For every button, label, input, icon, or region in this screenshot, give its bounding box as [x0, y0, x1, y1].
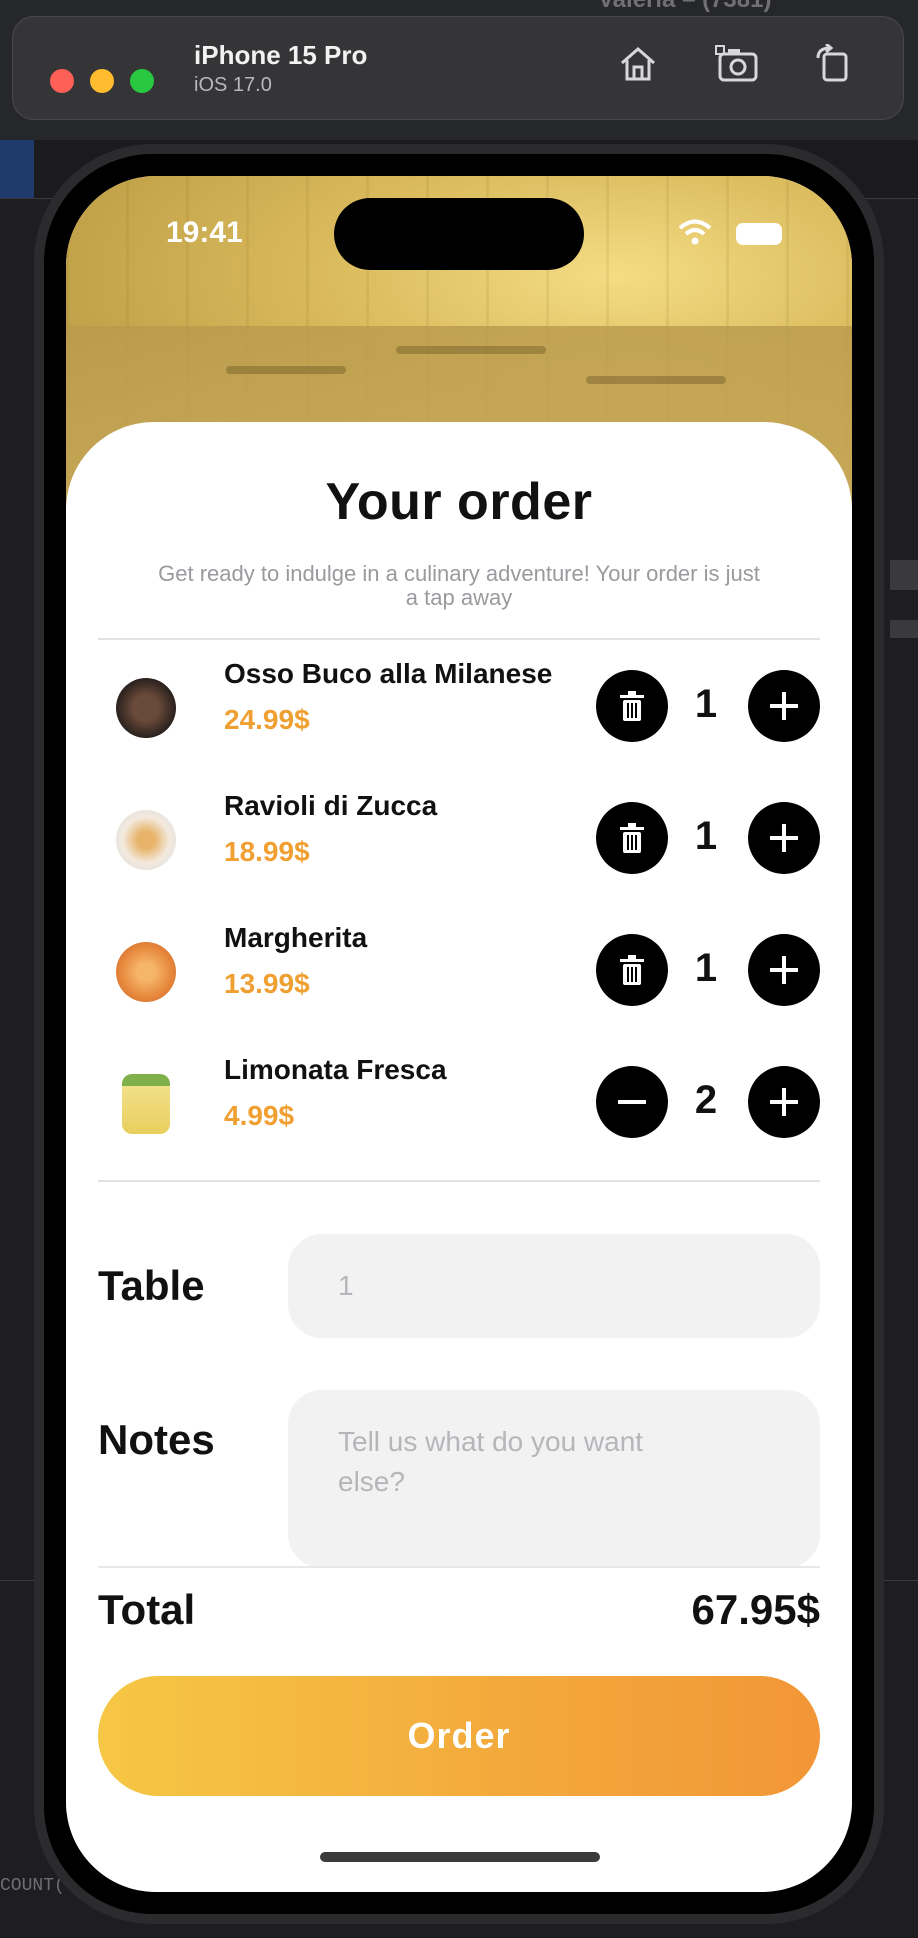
item-price: 4.99$: [224, 1100, 295, 1131]
trash-icon[interactable]: [596, 670, 668, 742]
page-subtitle: Get ready to indulge in a culinary adven…: [158, 561, 760, 610]
item-name: Ravioli di Zucca: [224, 790, 438, 821]
plus-icon[interactable]: [748, 934, 820, 1006]
item-quantity: 1: [694, 814, 718, 858]
table-input[interactable]: [288, 1234, 820, 1338]
order-item: Ravioli di Zucca 18.99$ 1: [66, 780, 852, 900]
xcode-panel-fragment: [890, 620, 918, 638]
page-title: Your order: [325, 473, 593, 531]
minimize-window-button[interactable]: [90, 69, 114, 93]
item-quantity: 2: [694, 1078, 718, 1122]
minus-icon[interactable]: [596, 1066, 668, 1138]
item-thumbnail: [116, 810, 176, 870]
dynamic-island: [334, 198, 584, 270]
item-name: Osso Buco alla Milanese: [224, 658, 553, 689]
item-thumbnail: [122, 1074, 170, 1134]
item-price: 13.99$: [224, 968, 310, 999]
item-thumbnail: [116, 942, 176, 1002]
order-item: Margherita 13.99$ 1: [66, 912, 852, 1032]
wifi-icon: [678, 218, 712, 246]
divider: [98, 1180, 820, 1182]
os-version: iOS 17.0: [194, 74, 272, 96]
trash-icon[interactable]: [596, 934, 668, 1006]
hero-table: [396, 346, 546, 354]
close-window-button[interactable]: [50, 69, 74, 93]
trash-icon[interactable]: [596, 802, 668, 874]
hero-table: [586, 376, 726, 384]
item-name: Limonata Fresca: [224, 1054, 447, 1085]
item-thumbnail: [116, 678, 176, 738]
total-label: Total: [98, 1586, 196, 1633]
phone-screen: 19:41 Your order Get ready to indulge in…: [66, 176, 852, 1892]
total-value: 67.95$: [691, 1586, 820, 1633]
item-quantity: 1: [694, 946, 718, 990]
behind-window-title: Valeria – (7381): [598, 0, 771, 14]
notes-label: Notes: [98, 1416, 215, 1463]
notes-input-placeholder: Tell us what do you want else?: [338, 1426, 644, 1497]
order-item: Osso Buco alla Milanese 24.99$ 1: [66, 648, 852, 768]
order-button[interactable]: Order: [98, 1676, 820, 1796]
xcode-panel-fragment: [0, 140, 34, 198]
simulator-toolbar: iPhone 15 Pro iOS 17.0: [12, 16, 904, 120]
hero-table: [226, 366, 346, 374]
item-price: 18.99$: [224, 836, 310, 867]
plus-icon[interactable]: [748, 1066, 820, 1138]
device-name: iPhone 15 Pro: [194, 40, 368, 70]
plus-icon[interactable]: [748, 670, 820, 742]
divider: [98, 638, 820, 640]
item-name: Margherita: [224, 922, 368, 953]
screenshot-icon[interactable]: [714, 44, 758, 84]
battery-icon: [736, 223, 782, 245]
item-price: 24.99$: [224, 704, 310, 735]
rotate-icon[interactable]: [812, 42, 856, 84]
home-indicator: [320, 1852, 600, 1862]
order-item: Limonata Fresca 4.99$ 2: [66, 1044, 852, 1164]
table-input-placeholder: 1: [338, 1270, 354, 1301]
zoom-window-button[interactable]: [130, 69, 154, 93]
status-time: 19:41: [166, 216, 243, 249]
home-icon[interactable]: [616, 44, 660, 84]
plus-icon[interactable]: [748, 802, 820, 874]
divider: [98, 1566, 820, 1568]
table-label: Table: [98, 1262, 205, 1309]
item-quantity: 1: [694, 682, 718, 726]
xcode-panel-fragment: [890, 560, 918, 590]
